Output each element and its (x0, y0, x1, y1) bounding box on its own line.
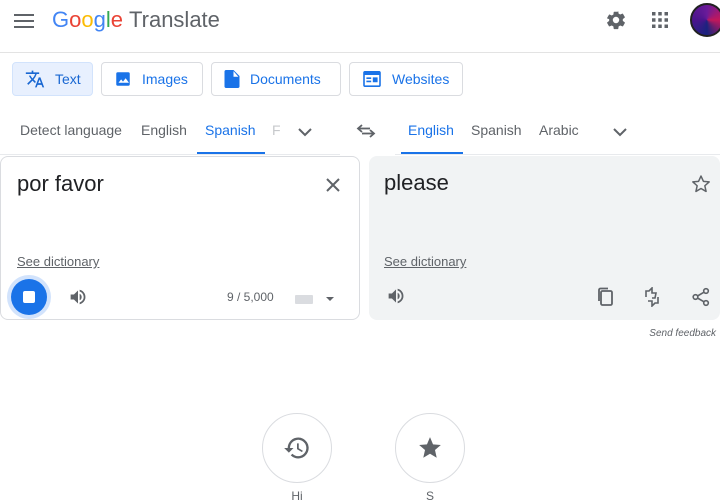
mode-text-button[interactable]: Text (12, 62, 93, 96)
stop-listening-button[interactable] (11, 279, 47, 315)
source-lang-detect-tab[interactable]: Detect language (20, 122, 122, 138)
input-tools-keyboard-icon[interactable] (293, 289, 337, 309)
rate-translation-icon[interactable] (638, 284, 668, 310)
logo-letter: g (93, 7, 106, 32)
source-lang-spanish-tab[interactable]: Spanish (205, 122, 256, 138)
mode-label: Websites (392, 71, 450, 87)
source-listen-speaker-icon[interactable] (65, 285, 91, 309)
logo-letter: e (110, 7, 124, 32)
source-active-indicator (197, 152, 265, 154)
website-icon (363, 71, 381, 87)
mode-documents-button[interactable]: Documents (211, 62, 341, 96)
star-filled-icon (419, 437, 441, 458)
source-lang-english-tab[interactable]: English (141, 122, 187, 138)
translation-panel: please See dictionary (369, 156, 720, 320)
source-lang-divider (0, 154, 340, 155)
menu-icon[interactable] (10, 8, 38, 34)
target-active-indicator (401, 152, 463, 154)
target-lang-more-chevron-down-icon[interactable] (607, 120, 633, 144)
document-icon (224, 70, 240, 88)
target-see-dictionary-link[interactable]: See dictionary (384, 254, 466, 269)
logo-letter: o (81, 7, 94, 32)
target-lang-divider (395, 154, 720, 155)
send-feedback-link[interactable]: Send feedback (649, 328, 716, 339)
settings-gear-icon[interactable] (602, 6, 630, 34)
target-lang-arabic-tab[interactable]: Arabic (539, 122, 579, 138)
logo-letter: o (69, 7, 82, 32)
target-lang-english-tab[interactable]: English (408, 122, 454, 138)
account-avatar[interactable] (690, 3, 720, 37)
app-header: Google Translate (0, 0, 720, 53)
mode-images-button[interactable]: Images (101, 62, 203, 96)
save-translation-star-icon[interactable] (687, 170, 715, 198)
saved-label: S (425, 489, 434, 503)
source-lang-more-chevron-down-icon[interactable] (292, 120, 318, 144)
image-icon (116, 72, 130, 86)
target-listen-speaker-icon[interactable] (383, 284, 409, 308)
translate-icon (25, 70, 45, 88)
source-see-dictionary-link[interactable]: See dictionary (17, 254, 99, 269)
source-text-input[interactable]: por favor (17, 171, 104, 197)
translated-text: please (384, 170, 449, 195)
history-label: Hi (291, 489, 303, 503)
product-name: Translate (129, 7, 220, 32)
clear-text-close-icon[interactable] (319, 171, 347, 199)
mode-label: Text (55, 71, 81, 87)
history-icon (284, 437, 309, 459)
swap-languages-icon[interactable] (352, 118, 380, 144)
mode-label: Images (142, 71, 188, 87)
copy-translation-icon[interactable] (592, 284, 618, 310)
target-lang-spanish-tab[interactable]: Spanish (471, 122, 522, 138)
saved-button[interactable] (395, 413, 465, 483)
character-count: 9 / 5,000 (227, 290, 274, 304)
history-button[interactable] (262, 413, 332, 483)
source-lang-truncated-tab[interactable]: F (272, 122, 281, 138)
apps-grid-icon[interactable] (646, 6, 674, 34)
logo-letter: G (52, 7, 70, 32)
mode-websites-button[interactable]: Websites (349, 62, 463, 96)
google-translate-logo[interactable]: Google Translate (52, 6, 220, 34)
mode-label: Documents (250, 71, 321, 87)
share-translation-icon[interactable] (687, 284, 715, 310)
stop-icon (23, 291, 35, 303)
source-text-panel: por favor See dictionary 9 / 5,000 (0, 156, 360, 320)
